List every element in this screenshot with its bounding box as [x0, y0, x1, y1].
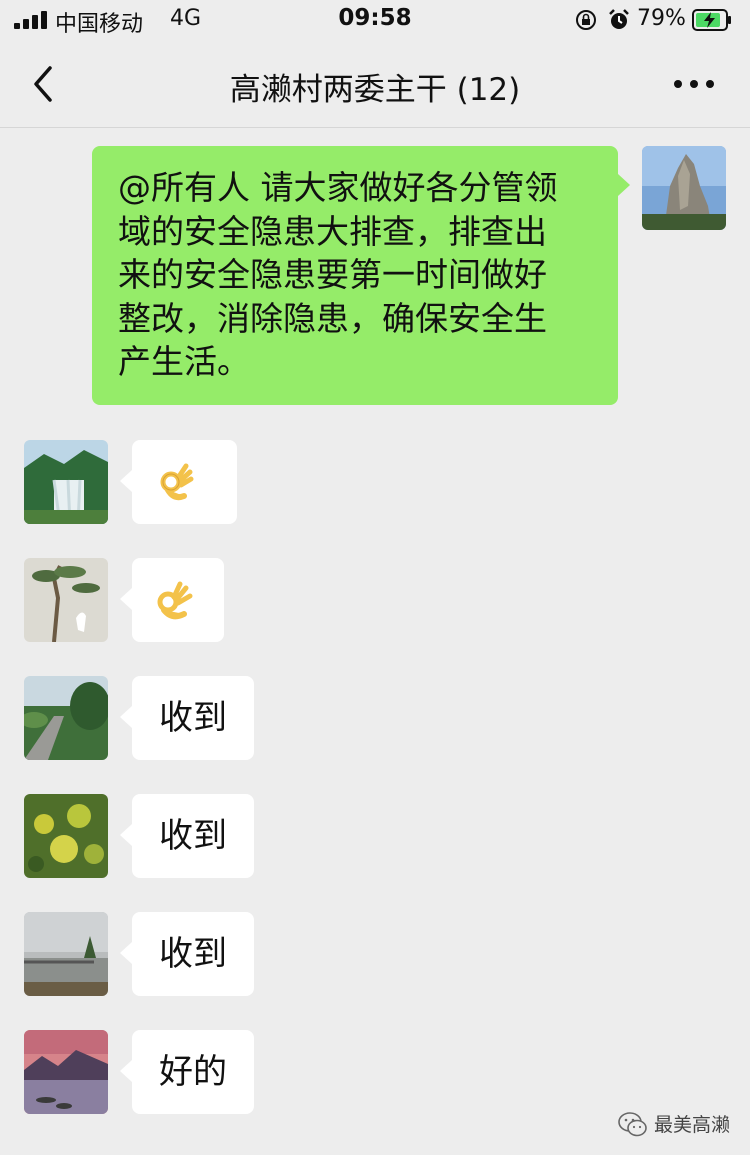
bubble-tail — [120, 1060, 132, 1082]
received-message-bubble[interactable]: 好的 — [132, 1030, 254, 1114]
received-message-bubble[interactable]: 收到 — [132, 676, 254, 760]
bubble-tail — [120, 470, 132, 492]
received-message-bubble[interactable]: 收到 — [132, 794, 254, 878]
message-text: 收到 — [159, 816, 227, 856]
avatar-member[interactable] — [24, 1030, 108, 1114]
alarm-icon — [609, 9, 629, 29]
bubble-tail — [618, 174, 630, 196]
received-message-bubble[interactable] — [132, 440, 237, 524]
message-text: 好的 — [159, 1052, 227, 1092]
bubble-tail — [120, 706, 132, 728]
avatar-member[interactable] — [24, 794, 108, 878]
message-text: 收到 — [159, 934, 227, 974]
avatar-self[interactable] — [642, 146, 726, 230]
chat-header: 高濑村两委主干 (12) — [0, 40, 750, 128]
message-text: @所有人 请大家做好各分管领域的安全隐患大排查，排查出来的安全隐患要第一时间做好… — [118, 168, 558, 381]
message-text: 收到 — [159, 698, 227, 738]
more-options-icon[interactable] — [674, 78, 716, 90]
battery-percent: 79% — [637, 6, 686, 31]
bubble-tail — [120, 824, 132, 846]
avatar-member[interactable] — [24, 676, 108, 760]
bubble-tail — [120, 588, 132, 610]
status-bar: 中国移动 4G 09:58 79% — [0, 0, 750, 40]
watermark-text: 最美高濑 — [654, 1114, 731, 1136]
avatar-member[interactable] — [24, 558, 108, 642]
rotation-lock-icon — [576, 10, 596, 30]
battery-charging-icon — [692, 9, 731, 31]
ok-hand-emoji-icon — [157, 581, 193, 620]
chat-title: 高濑村两委主干 (12) — [229, 72, 521, 108]
avatar-member[interactable] — [24, 440, 108, 524]
ok-hand-emoji-icon — [160, 463, 194, 501]
received-message-bubble[interactable]: 收到 — [132, 912, 254, 996]
bubble-tail — [120, 942, 132, 964]
avatar-member[interactable] — [24, 912, 108, 996]
wechat-icon — [618, 1112, 647, 1137]
received-message-bubble[interactable] — [132, 558, 224, 642]
sent-message-bubble[interactable]: @所有人 请大家做好各分管领域的安全隐患大排查，排查出来的安全隐患要第一时间做好… — [92, 146, 618, 405]
